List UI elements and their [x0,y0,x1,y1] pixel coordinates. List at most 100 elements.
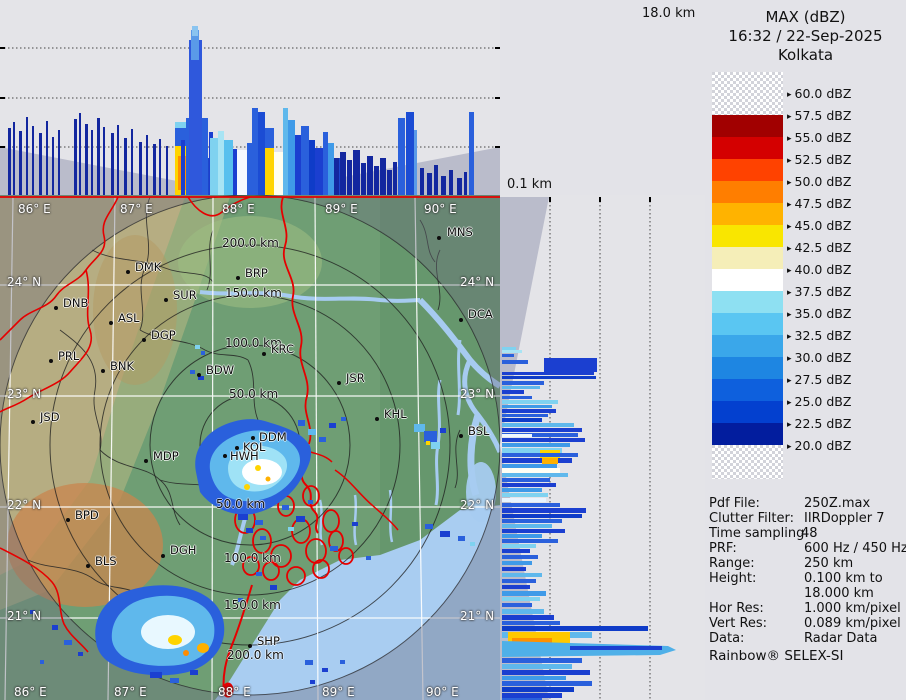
product-title: MAX (dBZ) [765,8,846,26]
city-label: BNK [110,359,135,373]
tick-arrow-icon: ▸ [787,134,792,144]
min-height-label: 0.1 km [507,177,552,192]
city-label: DCA [468,307,493,321]
city-label: DNB [63,296,89,310]
scale-tick: ▸ 45.0 dBZ [787,218,852,233]
scale-tick: ▸ 60.0 dBZ [787,86,852,101]
city-label: PRL [58,349,80,363]
lon-label-bottom: 87° E [114,685,147,699]
colorbar-band [712,313,783,335]
lat-label-right: 23° N [460,387,495,401]
tick-arrow-icon: ▸ [787,398,792,408]
scale-tick: ▸ 30.0 dBZ [787,350,852,365]
scale-tick: ▸ 35.0 dBZ [787,306,852,321]
colorbar-band [712,115,783,137]
scale-tick: ▸ 27.5 dBZ [787,372,852,387]
radar-map-panel: 86° E 87° E 88° E 89° E 90° E 86° E 87° … [0,194,503,700]
colorbar-band [712,269,783,291]
lat-label-left: 23° N [7,387,42,401]
scale-tick: ▸ 57.5 dBZ [787,108,852,123]
colorbar-band [712,137,783,159]
tick-arrow-icon: ▸ [787,90,792,100]
tick-arrow-icon: ▸ [787,266,792,276]
colorbar-band [712,247,783,269]
station-name: Kolkata [777,46,834,64]
range-ring-label: 150.0 km [224,598,281,612]
city-label: JSD [40,410,60,424]
tick-arrow-icon: ▸ [787,354,792,364]
range-ring-label: 50.0 km [216,497,266,511]
top-height-profile-panel [0,0,500,195]
city-label: DMK [135,260,162,274]
city-label: BDW [206,363,235,377]
info-row: Height: 0.100 km to [709,571,883,586]
tick-arrow-icon: ▸ [787,244,792,254]
city-label: KHL [384,407,407,421]
info-row: 18.000 km [804,586,874,601]
colorbar-band [712,379,783,401]
lon-label-bottom: 88° E [218,685,251,699]
product-datetime: 16:32 / 22-Sep-2025 [728,27,883,45]
range-ring-label: 150.0 km [225,286,282,300]
colorbar-band [712,423,783,445]
colorbar-band [712,203,783,225]
colorbar-band [712,181,783,203]
city-label: MNS [447,225,473,239]
tick-arrow-icon: ▸ [787,442,792,452]
tick-arrow-icon: ▸ [787,332,792,342]
axis-corner-panel: 18.0 km 0.1 km [500,0,705,195]
colorbar-band [712,401,783,423]
scale-tick: ▸ 37.5 dBZ [787,284,852,299]
colorbar-band [712,291,783,313]
lat-label-right: 22° N [460,498,495,512]
lat-label-left: 24° N [7,275,42,289]
scale-tick: ▸ 32.5 dBZ [787,328,852,343]
city-label: SUR [173,288,197,302]
max-height-label: 18.0 km [642,6,696,21]
scale-tick: ▸ 52.5 dBZ [787,152,852,167]
tick-arrow-icon: ▸ [787,112,792,122]
city-label: KRC [271,342,294,356]
range-ring-label: 50.0 km [229,387,279,401]
info-row: PRF: 600 Hz / 450 Hz [709,541,906,556]
info-row: Vert Res: 0.089 km/pixel [709,616,901,631]
scale-tick: ▸ 22.5 dBZ [787,416,852,431]
lon-label-top: 87° E [120,202,153,216]
info-row: Time sampling: 48 [709,526,818,541]
colorbar-below-min [712,445,783,479]
city-label: SHP [257,634,280,648]
lon-label-bottom: 90° E [426,685,459,699]
tick-arrow-icon: ▸ [787,420,792,430]
tick-arrow-icon: ▸ [787,376,792,386]
colorbar-above-max [712,72,783,115]
right-profile-canvas [500,195,705,700]
scale-tick: ▸ 25.0 dBZ [787,394,852,409]
lon-label-top: 90° E [424,202,457,216]
software-brand: Rainbow® SELEX-SI [709,648,844,664]
info-row: Pdf File: 250Z.max [709,496,871,511]
city-label: BPD [75,508,99,522]
city-label: MDP [153,449,179,463]
info-row: Clutter Filter: IIRDoppler 7 [709,511,885,526]
colorbar-band [712,159,783,181]
tick-arrow-icon: ▸ [787,288,792,298]
info-row: Range: 250 km [709,556,854,571]
scale-tick: ▸ 47.5 dBZ [787,196,852,211]
colorbar-band [712,357,783,379]
lon-label-top: 88° E [222,202,255,216]
tick-arrow-icon: ▸ [787,200,792,210]
lon-label-bottom: 89° E [322,685,355,699]
city-label: DGH [170,543,197,557]
colorbar-band [712,335,783,357]
tick-arrow-icon: ▸ [787,310,792,320]
lon-label-bottom: 86° E [14,685,47,699]
radar-display-window: 18.0 km 0.1 km 86° E 87° E 88° E 89° E 9… [0,0,906,700]
city-label: DGP [151,328,176,342]
tick-arrow-icon: ▸ [787,178,792,188]
right-height-profile-panel [500,195,705,700]
lat-label-right: 24° N [460,275,495,289]
scale-tick: ▸ 40.0 dBZ [787,262,852,277]
range-ring-label: 100.0 km [224,551,281,565]
lon-label-top: 86° E [18,202,51,216]
city-label: BSL [468,424,490,438]
